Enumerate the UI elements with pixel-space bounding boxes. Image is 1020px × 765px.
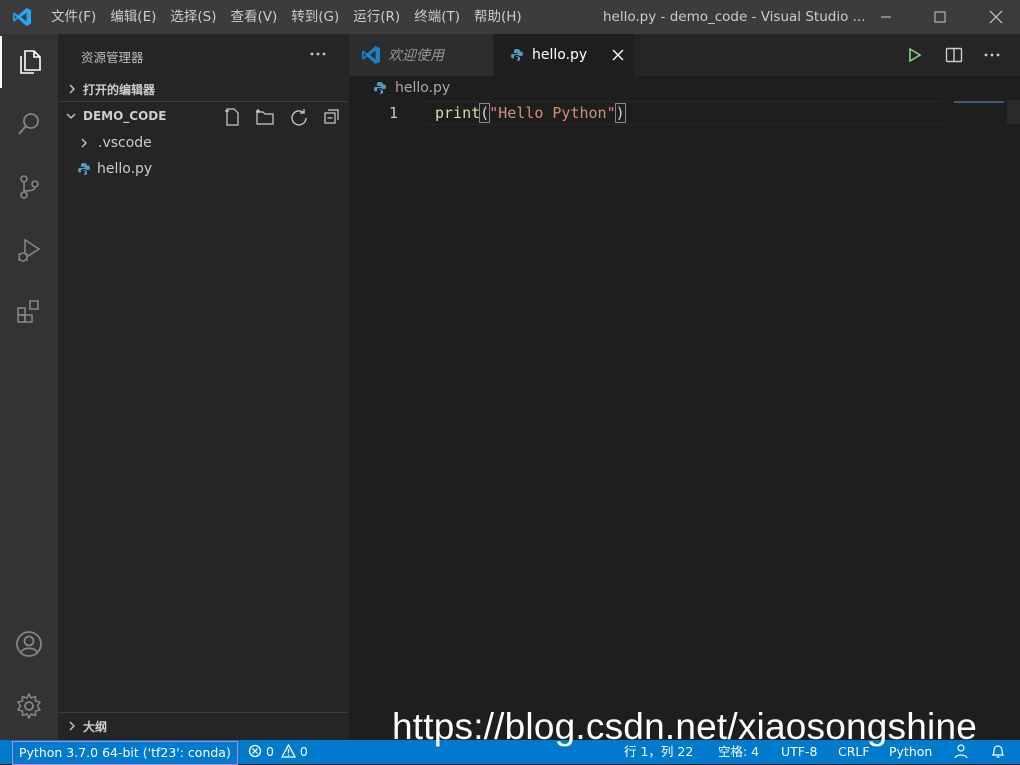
run-debug-icon: [18, 238, 41, 262]
menu-go[interactable]: 转到(G): [284, 0, 346, 34]
code-token-function: print: [435, 104, 481, 122]
code-editor[interactable]: 1 print("Hello Python"): [349, 100, 1020, 740]
section-divider: [58, 712, 349, 713]
search-button[interactable]: [0, 98, 58, 150]
tree-item-label: .vscode: [98, 135, 152, 151]
play-icon: [909, 47, 922, 63]
ellipsis-icon: [984, 53, 1000, 57]
code-token-paren: (: [479, 103, 491, 123]
error-icon: [248, 744, 262, 758]
menu-bar: 文件(F) 编辑(E) 选择(S) 查看(V) 转到(G) 运行(R) 终端(T…: [44, 0, 529, 34]
chevron-right-icon: [81, 138, 87, 148]
outline-section[interactable]: 大纲: [58, 715, 349, 737]
menu-selection[interactable]: 选择(S): [163, 0, 223, 34]
ellipsis-icon: [310, 52, 326, 56]
maximize-button[interactable]: [916, 0, 964, 34]
new-folder-icon: [256, 109, 274, 125]
gear-icon: [17, 693, 41, 719]
run-debug-button[interactable]: [0, 224, 58, 276]
menu-file[interactable]: 文件(F): [44, 0, 103, 34]
breadcrumb-item[interactable]: hello.py: [395, 80, 450, 96]
window-title: hello.py - demo_code - Visual Studio ...: [603, 9, 866, 25]
tree-item-hello-py[interactable]: hello.py: [58, 157, 349, 181]
tab-welcome[interactable]: 欢迎使用: [349, 34, 494, 76]
collapse-all-icon: [324, 109, 339, 124]
code-line: print("Hello Python"): [435, 103, 626, 123]
scrollbar[interactable]: [1007, 100, 1020, 124]
open-editors-label: 打开的编辑器: [83, 82, 156, 97]
source-control-icon: [20, 175, 39, 199]
refresh-button[interactable]: [289, 107, 309, 127]
outline-label: 大纲: [83, 719, 108, 734]
python-file-icon: [78, 163, 90, 175]
chevron-right-icon: [69, 84, 75, 94]
menu-terminal[interactable]: 终端(T): [407, 0, 467, 34]
more-actions-button[interactable]: [308, 46, 328, 66]
close-icon[interactable]: [611, 48, 625, 62]
files-icon: [20, 50, 41, 74]
tab-label: hello.py: [532, 47, 588, 63]
explorer-sidebar: 资源管理器 打开的编辑器 DEMO_CODE .vscode hello.py …: [58, 34, 349, 740]
warning-count: 0: [299, 744, 308, 759]
bell-icon: [992, 745, 1004, 758]
tab-label: 欢迎使用: [388, 48, 444, 64]
explorer-button[interactable]: [0, 36, 58, 88]
python-file-icon: [511, 49, 523, 61]
maximize-icon: [934, 11, 946, 23]
code-token-paren: ): [614, 103, 626, 123]
chevron-down-icon: [66, 113, 76, 119]
folder-label: DEMO_CODE: [83, 109, 167, 123]
new-file-button[interactable]: [222, 107, 242, 127]
section-divider: [58, 101, 349, 102]
warning-icon: [280, 743, 297, 758]
close-window-button[interactable]: [972, 0, 1020, 34]
sidebar-title: 资源管理器: [81, 50, 144, 65]
python-file-icon: [374, 82, 386, 94]
split-editor-icon: [945, 47, 963, 63]
extensions-button[interactable]: [0, 286, 58, 338]
new-file-icon: [225, 108, 239, 126]
extensions-icon: [17, 300, 39, 323]
problems-indicator[interactable]: 0 0: [248, 740, 308, 764]
activity-bar: [0, 34, 58, 740]
accounts-button[interactable]: [0, 618, 58, 670]
breadcrumb: hello.py: [349, 76, 1020, 100]
manage-button[interactable]: [0, 680, 58, 732]
vscode-logo-icon: [362, 46, 380, 64]
vscode-logo-icon: [0, 0, 44, 34]
tree-item-vscode-folder[interactable]: .vscode: [58, 131, 349, 155]
title-bar: 文件(F) 编辑(E) 选择(S) 查看(V) 转到(G) 运行(R) 终端(T…: [0, 0, 1020, 34]
new-folder-button[interactable]: [255, 107, 275, 127]
menu-run[interactable]: 运行(R): [346, 0, 407, 34]
open-editors-section[interactable]: 打开的编辑器: [58, 78, 349, 100]
chevron-right-icon: [69, 721, 75, 731]
line-number: 1: [389, 104, 399, 122]
source-control-button[interactable]: [0, 161, 58, 213]
tab-hello-py[interactable]: hello.py: [494, 34, 634, 76]
editor-tabs: 欢迎使用 hello.py: [349, 34, 1020, 76]
menu-help[interactable]: 帮助(H): [467, 0, 529, 34]
close-icon: [989, 10, 1003, 24]
run-python-file-button[interactable]: [904, 45, 924, 69]
collapse-all-button[interactable]: [322, 107, 342, 127]
minimize-button[interactable]: [862, 0, 910, 34]
menu-edit[interactable]: 编辑(E): [103, 0, 163, 34]
split-editor-button[interactable]: [944, 45, 964, 69]
menu-view[interactable]: 查看(V): [224, 0, 285, 34]
refresh-icon: [291, 109, 307, 126]
minimap[interactable]: [954, 101, 1004, 103]
editor-more-actions-button[interactable]: [982, 45, 1002, 69]
python-interpreter-selector[interactable]: Python 3.7.0 64-bit ('tf23': conda): [12, 741, 238, 765]
notifications-button[interactable]: [990, 740, 1006, 764]
tree-item-label: hello.py: [97, 161, 153, 177]
search-icon: [18, 113, 39, 135]
error-count: 0: [265, 744, 274, 759]
watermark-text: https://blog.csdn.net/xiaosongshine: [392, 706, 977, 747]
account-icon: [16, 631, 42, 657]
minimize-icon: [881, 16, 891, 18]
code-token-string: "Hello Python": [489, 104, 616, 122]
